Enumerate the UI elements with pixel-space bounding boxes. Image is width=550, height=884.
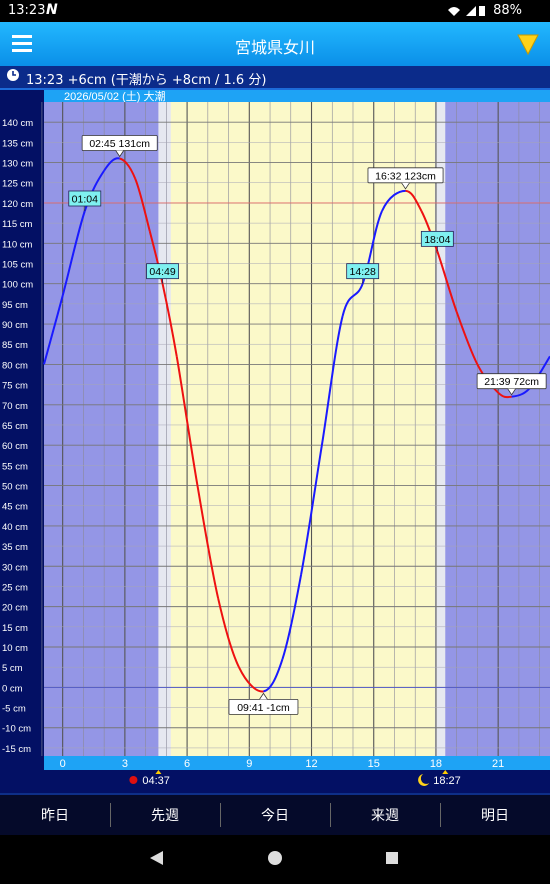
filter-button[interactable]	[506, 22, 550, 66]
y-tick-label: 105 cm	[2, 259, 33, 270]
y-tick-label: 135 cm	[2, 138, 33, 149]
y-tick-label: 90 cm	[2, 320, 28, 331]
signal-wifi-icon	[448, 6, 485, 16]
y-tick-label: 85 cm	[2, 340, 28, 351]
x-tick-label: 0	[60, 758, 66, 770]
sunrise-marker	[155, 770, 162, 774]
y-tick-label: 80 cm	[2, 360, 28, 371]
funnel-icon	[517, 34, 539, 56]
y-tick-label: 10 cm	[2, 643, 28, 654]
y-tick-label: 70 cm	[2, 401, 28, 412]
sunset-time: 18:27	[433, 775, 461, 787]
y-tick-label: 30 cm	[2, 562, 28, 573]
y-tick-label: 110 cm	[2, 239, 33, 250]
sunrise-time: 04:37	[142, 775, 170, 787]
y-tick-label: -5 cm	[2, 704, 26, 715]
y-tick-label: 50 cm	[2, 482, 28, 493]
date-label: 2026/05/02 (土) 大潮	[64, 90, 166, 103]
y-tick-label: 20 cm	[2, 603, 28, 614]
time-marker-label: 01:04	[72, 194, 98, 206]
status-bar: 13:23 N 88%	[0, 0, 550, 22]
y-tick-label: 75 cm	[2, 381, 28, 392]
extreme-label: 09:41 -1cm	[237, 702, 290, 714]
battery-text: 88%	[493, 3, 522, 18]
x-tick-label: 3	[122, 758, 128, 770]
extreme-label: 16:32 123cm	[375, 170, 436, 182]
y-tick-label: 115 cm	[2, 219, 33, 230]
bottom-tabs: 昨日 先週 今日 来週 明日	[0, 793, 550, 837]
y-tick-label: 130 cm	[2, 159, 33, 170]
tab-yesterday[interactable]: 昨日	[0, 795, 110, 837]
app-header: 宮城県女川	[0, 22, 550, 66]
y-tick-label: 15 cm	[2, 623, 28, 634]
y-tick-label: 120 cm	[2, 199, 33, 210]
x-axis-strip	[44, 756, 550, 770]
current-tide-bar: 13:23 +6cm (干潮から +8cm / 1.6 分)	[0, 66, 550, 90]
y-tick-label: 100 cm	[2, 280, 33, 291]
y-tick-label: 25 cm	[2, 582, 28, 593]
x-tick-label: 9	[246, 758, 252, 770]
tide-chart-area: 2026/05/02 (土) 大潮 140 cm 135 cm 130 cm 125 c…	[0, 89, 550, 793]
y-tick-label: 95 cm	[2, 300, 28, 311]
y-tick-label: 5 cm	[2, 663, 23, 674]
x-tick-label: 12	[305, 758, 317, 770]
extreme-label: 02:45 131cm	[89, 138, 150, 150]
sunrise-icon	[129, 776, 138, 784]
y-tick-label: -10 cm	[2, 724, 31, 735]
tab-today[interactable]: 今日	[220, 795, 330, 837]
moon-icon	[418, 774, 430, 786]
y-tick-label: 140 cm	[2, 118, 33, 129]
current-tide-text: 13:23 +6cm (干潮から +8cm / 1.6 分)	[26, 73, 267, 88]
back-icon[interactable]	[150, 851, 163, 865]
y-tick-label: 40 cm	[2, 522, 28, 533]
y-tick-label: 55 cm	[2, 461, 28, 472]
x-tick-label: 15	[368, 758, 380, 770]
clock-icon	[7, 69, 19, 81]
n-logo-icon: N	[46, 2, 58, 18]
x-tick-label: 6	[184, 758, 190, 770]
day-band	[170, 102, 435, 756]
tide-chart: 2026/05/02 (土) 大潮140 cm135 cm130 cm125 c…	[2, 89, 550, 787]
y-tick-label: 65 cm	[2, 421, 28, 432]
page-title: 宮城県女川	[234, 38, 315, 57]
tab-prev-week[interactable]: 先週	[110, 795, 220, 837]
home-icon[interactable]	[268, 851, 282, 865]
time-marker-label: 14:28	[350, 266, 376, 278]
y-tick-label: 60 cm	[2, 441, 28, 452]
y-tick-label: -15 cm	[2, 744, 31, 755]
y-tick-label: 125 cm	[2, 179, 33, 190]
recents-icon[interactable]	[386, 852, 398, 864]
extreme-label: 21:39 72cm	[484, 376, 539, 388]
time-marker-label: 04:49	[149, 266, 175, 278]
x-tick-label: 18	[430, 758, 442, 770]
y-tick-label: 45 cm	[2, 502, 28, 513]
x-tick-label: 21	[492, 758, 504, 770]
y-tick-label: 35 cm	[2, 542, 28, 553]
system-nav-bar	[0, 835, 550, 880]
time-marker-label: 18:04	[424, 234, 450, 246]
y-tick-label: 0 cm	[2, 683, 23, 694]
status-icons	[446, 4, 486, 22]
sunset-marker	[442, 770, 449, 774]
status-time: 13:23	[8, 3, 46, 18]
tab-next-week[interactable]: 来週	[330, 795, 440, 837]
tab-tomorrow[interactable]: 明日	[440, 795, 550, 837]
